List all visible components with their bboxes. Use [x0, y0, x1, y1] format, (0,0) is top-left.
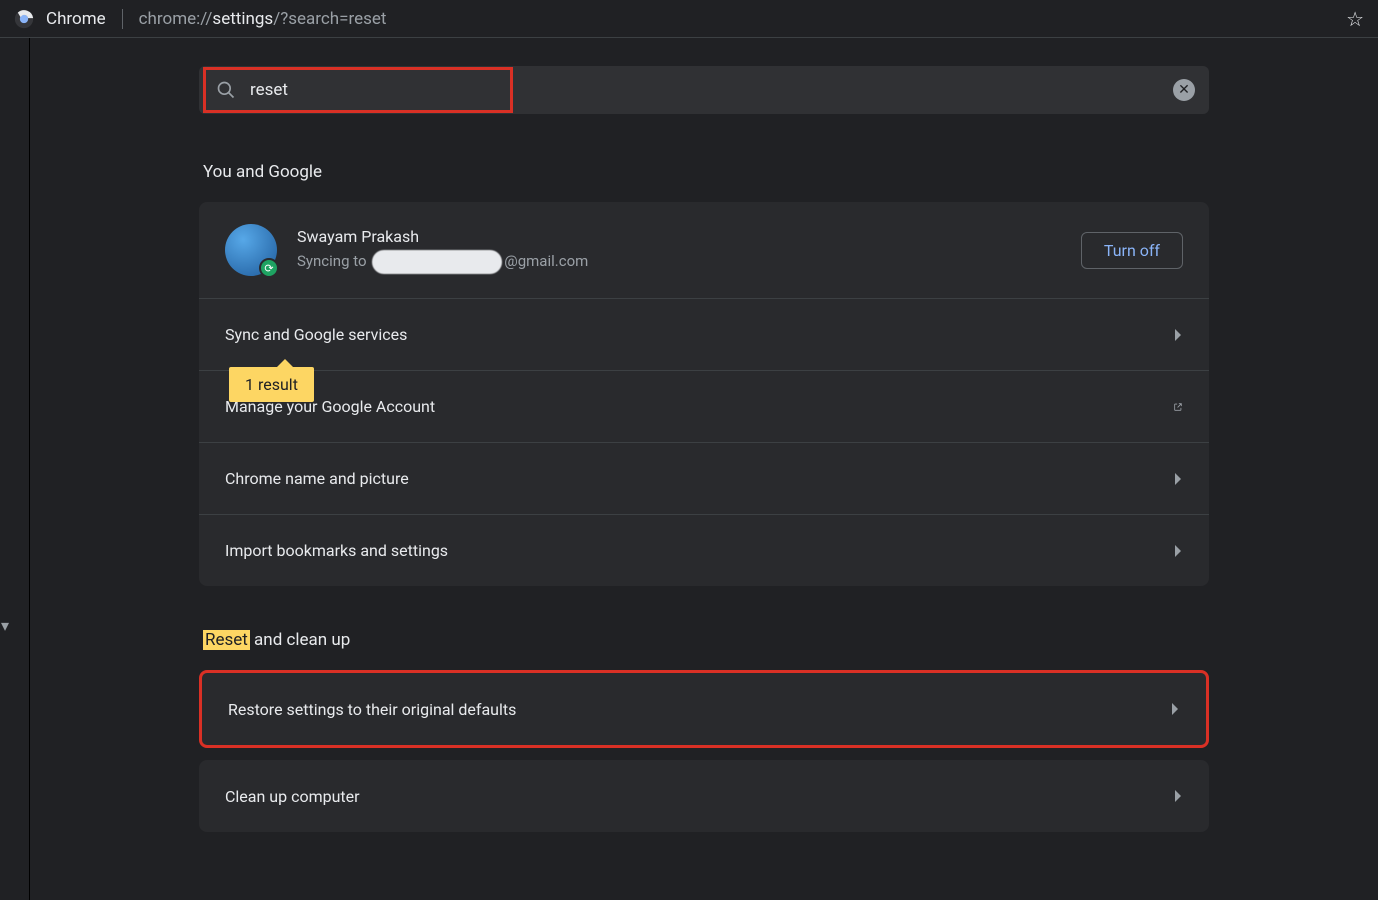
clear-search-button[interactable]: ✕: [1173, 79, 1195, 101]
sidebar-item[interactable]: ecurity: [0, 344, 29, 390]
profile-row: ⟳ Swayam Prakash Syncing to @gmail.com T…: [199, 202, 1209, 298]
profile-sync-status: Syncing to @gmail.com: [297, 250, 588, 274]
section-title-reset: Reset and clean up: [199, 630, 1209, 650]
row-restore-defaults[interactable]: Restore settings to their original defau…: [202, 673, 1206, 745]
redacted-email: [372, 250, 502, 274]
settings-search-bar: ✕: [199, 66, 1209, 114]
bookmark-star-icon[interactable]: ☆: [1346, 7, 1364, 31]
sidebar-extensions[interactable]: [0, 666, 29, 714]
omnibox-title: Chrome: [46, 9, 106, 29]
close-icon: ✕: [1178, 82, 1190, 98]
external-link-icon: [1173, 400, 1183, 414]
chevron-right-icon: [1170, 702, 1180, 716]
row-import-bookmarks[interactable]: Import bookmarks and settings: [199, 514, 1209, 586]
sidebar-item[interactable]: e: [0, 450, 29, 496]
search-icon: [216, 80, 236, 100]
restore-defaults-card: Restore settings to their original defau…: [199, 670, 1209, 748]
turn-off-sync-button[interactable]: Turn off: [1081, 232, 1183, 269]
search-box-highlighted: [203, 67, 513, 113]
you-and-google-card: ⟳ Swayam Prakash Syncing to @gmail.com T…: [199, 202, 1209, 586]
sync-badge-icon: ⟳: [259, 258, 279, 278]
omnibox: Chrome chrome://settings/?search=reset ☆: [0, 0, 1378, 38]
chevron-right-icon: [1173, 789, 1183, 803]
cleanup-card: Clean up computer: [199, 760, 1209, 832]
chevron-right-icon: [1173, 472, 1183, 486]
sidebar-item[interactable]: ser: [0, 496, 29, 542]
avatar: ⟳: [225, 224, 277, 276]
sidebar-advanced[interactable]: ▾: [0, 602, 29, 649]
highlight-match: Reset: [203, 630, 250, 650]
omnibox-divider: [122, 9, 123, 29]
chrome-logo-icon: [14, 9, 34, 29]
content: ✕ You and Google ⟳ Swayam Prakash Syncin…: [30, 38, 1378, 900]
search-result-tooltip: 1 result: [229, 367, 314, 402]
row-clean-up-computer[interactable]: Clean up computer: [199, 760, 1209, 832]
row-sync-services[interactable]: Sync and Google services: [199, 298, 1209, 370]
chevron-right-icon: [1173, 328, 1183, 342]
sidebar: gle ecurity e ser ▾: [0, 38, 30, 900]
chevron-right-icon: [1173, 544, 1183, 558]
omnibox-url[interactable]: chrome://settings/?search=reset: [139, 9, 387, 29]
section-title-you-google: You and Google: [199, 162, 1209, 182]
chevron-down-icon: ▾: [1, 616, 9, 635]
search-input[interactable]: [250, 80, 370, 100]
profile-name: Swayam Prakash: [297, 227, 588, 246]
sidebar-item[interactable]: gle: [0, 178, 29, 224]
row-manage-account[interactable]: Manage your Google Account: [199, 370, 1209, 442]
row-chrome-name-picture[interactable]: Chrome name and picture: [199, 442, 1209, 514]
